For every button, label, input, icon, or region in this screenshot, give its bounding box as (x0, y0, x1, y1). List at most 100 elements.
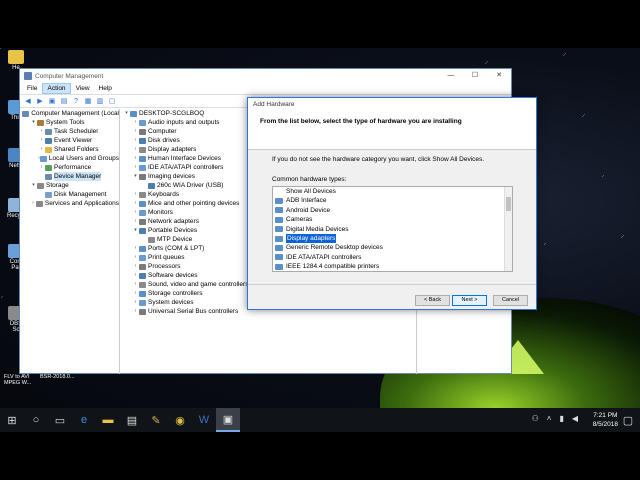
expand-icon[interactable]: › (132, 289, 139, 298)
people-icon[interactable]: ⚇ (532, 414, 539, 423)
expand-icon[interactable]: › (132, 280, 139, 289)
expand-icon[interactable]: › (132, 244, 139, 253)
menu-view[interactable]: View (72, 84, 94, 93)
tree-item[interactable]: Device Manager (20, 172, 119, 181)
hardware-type-item[interactable]: IDE ATA/ATAPI controllers (273, 253, 512, 262)
properties-icon[interactable]: ▦ (83, 97, 93, 106)
expand-icon[interactable]: › (38, 127, 45, 136)
file-explorer-icon[interactable]: ▬ (96, 408, 120, 432)
minimize-button[interactable]: — (439, 69, 463, 83)
device-icon (139, 299, 146, 306)
hardware-type-item[interactable]: ADB Interface (273, 196, 512, 205)
expand-icon[interactable]: › (132, 298, 139, 307)
expand-icon[interactable]: › (132, 262, 139, 271)
edge-icon[interactable]: e (72, 408, 96, 432)
chrome-icon[interactable]: ◉ (168, 408, 192, 432)
desktop-label-flv[interactable]: FLV to AVI MPEG W... (4, 374, 36, 386)
dialog-title-bar[interactable]: Add Hardware (248, 98, 536, 112)
tree-item[interactable]: › Event Viewer (20, 136, 119, 145)
device-icon (139, 227, 146, 234)
tree-item[interactable]: Computer Management (Local (20, 109, 119, 118)
hardware-type-icon (275, 207, 283, 214)
add-hardware-dialog[interactable]: Add Hardware From the list below, select… (247, 97, 537, 310)
tree-item-label: System Tools (46, 119, 85, 126)
app-icon-tools[interactable]: ✎ (144, 408, 168, 432)
maximize-button[interactable]: ☐ (463, 69, 487, 83)
console-icon[interactable]: ▢ (107, 97, 117, 106)
up-icon[interactable]: ▣ (47, 97, 57, 106)
expand-icon[interactable]: › (132, 127, 139, 136)
expand-icon[interactable]: › (132, 118, 139, 127)
expand-icon[interactable]: › (132, 208, 139, 217)
expand-icon[interactable]: › (132, 163, 139, 172)
expand-icon[interactable]: ▾ (132, 172, 139, 181)
tree-item[interactable]: ▾ Storage (20, 181, 119, 190)
desktop-label-bsr[interactable]: BSR-2018.0... (40, 374, 75, 380)
clock[interactable]: 7:21 PM 8/5/2018 (593, 411, 618, 429)
hardware-type-icon (275, 226, 283, 233)
menu-action[interactable]: Action (42, 83, 71, 94)
tree-item[interactable]: ▾ System Tools (20, 118, 119, 127)
expand-icon[interactable]: › (132, 154, 139, 163)
network-icon[interactable]: ▮ (559, 414, 563, 423)
expand-icon[interactable]: › (132, 136, 139, 145)
volume-icon[interactable]: ◀ (572, 414, 578, 423)
close-button[interactable]: ✕ (487, 69, 511, 83)
device-label: System devices (148, 299, 194, 306)
hardware-type-item[interactable]: IEEE 1284.4 compatible printers (273, 262, 512, 271)
console-tree: Computer Management (Local ▾ System Tools ›… (20, 109, 120, 374)
back-button[interactable]: < Back (415, 295, 450, 306)
expand-icon[interactable]: › (132, 190, 139, 199)
task-view-icon[interactable]: ▭ (48, 408, 72, 432)
hardware-type-item[interactable]: Cameras (273, 215, 512, 224)
start-icon[interactable]: ⊞ (0, 408, 24, 432)
next-button[interactable]: Next > (452, 295, 487, 306)
expand-icon[interactable]: › (132, 253, 139, 262)
hardware-type-item[interactable]: Android Device (273, 206, 512, 215)
expand-icon[interactable]: ▾ (30, 181, 37, 190)
search-icon[interactable]: ○ (24, 408, 48, 432)
expand-icon[interactable]: › (132, 199, 139, 208)
device-label: Software devices (148, 272, 198, 279)
expand-icon[interactable]: › (38, 145, 45, 154)
expand-icon[interactable]: ▾ (123, 109, 130, 118)
tree-item[interactable]: › Task Scheduler (20, 127, 119, 136)
tree-item[interactable]: › Shared Folders (20, 145, 119, 154)
hardware-type-item[interactable]: Display adapters (273, 233, 512, 244)
notifications-icon[interactable]: ▢ (616, 408, 640, 432)
expand-icon[interactable]: ▾ (30, 118, 37, 127)
hardware-type-item[interactable]: Generic Remote Desktop devices (273, 243, 512, 252)
expand-icon[interactable]: › (132, 307, 139, 316)
expand-icon[interactable]: › (132, 271, 139, 280)
title-bar[interactable]: Computer Management — ☐ ✕ (20, 69, 511, 83)
tree-item[interactable]: › Performance (20, 163, 119, 172)
expand-icon[interactable]: › (132, 145, 139, 154)
menu-file[interactable]: File (23, 84, 41, 93)
chevron-up-icon[interactable]: ˄ (547, 414, 552, 423)
hardware-type-item[interactable]: Show All Devices (273, 187, 512, 196)
computer-management-task-icon[interactable]: ▣ (216, 408, 240, 432)
scan-icon[interactable]: ▥ (95, 97, 105, 106)
device-label: Ports (COM & LPT) (148, 245, 205, 252)
back-icon[interactable]: ◀ (23, 97, 33, 106)
tree-item[interactable]: › Services and Applications (20, 199, 119, 208)
list-scrollbar[interactable] (504, 187, 512, 271)
help-icon[interactable]: ? (71, 97, 81, 106)
tree-item[interactable]: Disk Management (20, 190, 119, 199)
expand-icon[interactable]: › (132, 217, 139, 226)
menu-help[interactable]: Help (95, 84, 116, 93)
forward-icon[interactable]: ▶ (35, 97, 45, 106)
hardware-type-item[interactable]: Digital Media Devices (273, 225, 512, 234)
tree-item[interactable]: › Local Users and Groups (20, 154, 119, 163)
cancel-button[interactable]: Cancel (493, 295, 528, 306)
expand-icon[interactable]: ▾ (132, 226, 139, 235)
hardware-type-list[interactable]: Show All Devices ADB Interface Android Dev… (272, 186, 513, 272)
expand-icon[interactable]: › (38, 163, 45, 172)
word-icon[interactable]: W (192, 408, 216, 432)
scroll-thumb[interactable] (506, 197, 511, 211)
show-tree-icon[interactable]: ▤ (59, 97, 69, 106)
star-dot (544, 244, 545, 245)
store-icon[interactable]: ▤ (120, 408, 144, 432)
expand-icon[interactable]: › (38, 136, 45, 145)
device-label: Disk drives (148, 137, 180, 144)
